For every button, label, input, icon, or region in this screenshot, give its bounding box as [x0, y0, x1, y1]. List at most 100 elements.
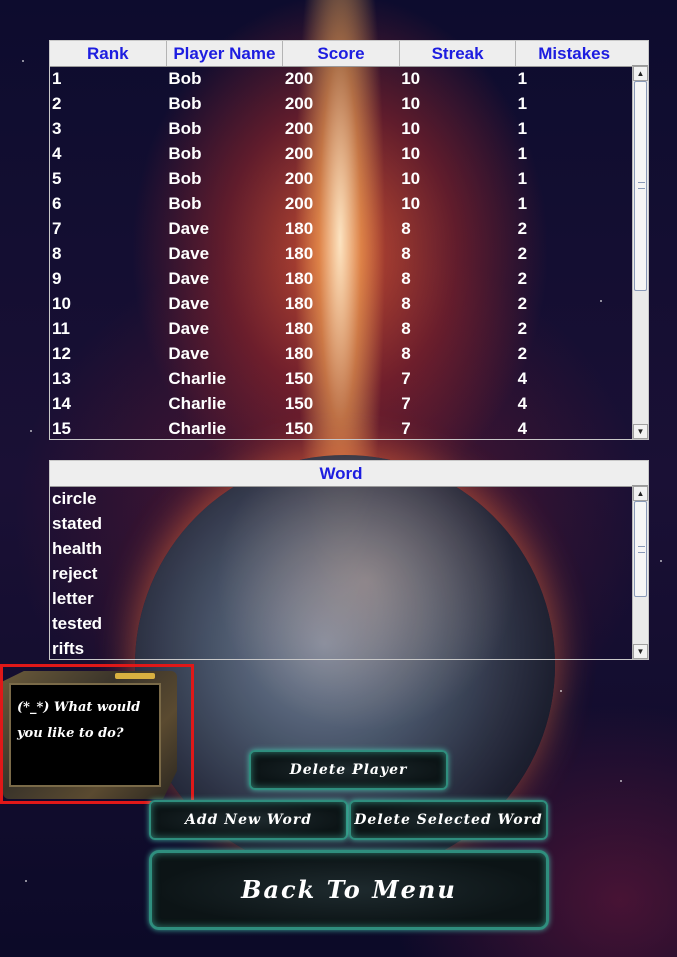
list-item[interactable]: stated	[50, 511, 632, 536]
table-row[interactable]: 10 Dave 180 8 2	[50, 291, 632, 316]
scroll-down-arrow-icon[interactable]: ▼	[633, 644, 648, 659]
scrollbar-thumb[interactable]	[634, 81, 647, 291]
cell-rank: 9	[52, 269, 62, 288]
cell-score: 150	[284, 369, 314, 388]
word-cell: rifts	[52, 639, 85, 658]
cell-streak: 10	[401, 94, 421, 113]
word-cell: stated	[52, 514, 103, 533]
cell-rank: 6	[52, 194, 62, 213]
cell-streak: 8	[401, 319, 411, 338]
cell-rank: 4	[52, 144, 62, 163]
cell-streak: 8	[401, 294, 411, 313]
delete-player-button[interactable]: Delete Player	[249, 750, 448, 790]
delete-selected-word-button[interactable]: Delete Selected Word	[349, 800, 548, 840]
cell-mistakes: 2	[517, 244, 528, 263]
word-cell: circle	[52, 489, 97, 508]
cell-mistakes: 2	[517, 294, 528, 313]
table-row[interactable]: 2 Bob 200 10 1	[50, 91, 632, 116]
word-list-header: Word	[50, 461, 632, 487]
table-row[interactable]: 4 Bob 200 10 1	[50, 141, 632, 166]
table-row[interactable]: 14 Charlie 150 7 4	[50, 391, 632, 416]
table-row[interactable]: 12 Dave 180 8 2	[50, 341, 632, 366]
cell-player-name: Bob	[168, 144, 202, 163]
list-item[interactable]: rifts	[50, 636, 632, 659]
table-row[interactable]: 1 Bob 200 10 1	[50, 66, 632, 91]
word-list-scrollbar[interactable]: ▲ ▼	[632, 486, 648, 659]
cell-rank: 2	[52, 94, 62, 113]
cell-player-name: Dave	[168, 244, 210, 263]
cell-score: 180	[284, 219, 314, 238]
cell-score: 180	[284, 269, 314, 288]
table-row[interactable]: 15 Charlie 150 7 4	[50, 416, 632, 439]
scroll-up-arrow-icon[interactable]: ▲	[633, 486, 648, 501]
table-row[interactable]: 5 Bob 200 10 1	[50, 166, 632, 191]
cell-mistakes: 2	[517, 319, 528, 338]
column-header-mistakes[interactable]: Mistakes	[516, 41, 632, 66]
cell-rank: 1	[52, 69, 62, 88]
word-list-body: circle stated health reject letter tested rift…	[50, 486, 632, 659]
cell-rank: 5	[52, 169, 62, 188]
cell-mistakes: 1	[517, 144, 528, 163]
cell-score: 200	[284, 94, 314, 113]
table-row[interactable]: 3 Bob 200 10 1	[50, 116, 632, 141]
cell-score: 180	[284, 294, 314, 313]
scroll-down-arrow-icon[interactable]: ▼	[633, 424, 648, 439]
cell-streak: 10	[401, 144, 421, 163]
column-header-player-name[interactable]: Player Name	[167, 41, 284, 66]
table-row[interactable]: 6 Bob 200 10 1	[50, 191, 632, 216]
cell-mistakes: 1	[517, 94, 528, 113]
leaderboard-scrollbar[interactable]: ▲ ▼	[632, 66, 648, 439]
cell-rank: 10	[52, 294, 71, 313]
cell-mistakes: 1	[517, 194, 528, 213]
cell-mistakes: 4	[517, 419, 528, 438]
table-row[interactable]: 9 Dave 180 8 2	[50, 266, 632, 291]
cell-mistakes: 4	[517, 369, 528, 388]
cell-player-name: Dave	[168, 319, 210, 338]
cell-rank: 15	[52, 419, 71, 438]
cell-streak: 10	[401, 119, 421, 138]
column-header-word[interactable]: Word	[50, 461, 632, 486]
word-cell: health	[52, 539, 103, 558]
cell-score: 200	[284, 69, 314, 88]
column-header-rank[interactable]: Rank	[50, 41, 167, 66]
add-new-word-button[interactable]: Add New Word	[149, 800, 348, 840]
list-item[interactable]: health	[50, 536, 632, 561]
list-item[interactable]: circle	[50, 486, 632, 511]
list-item[interactable]: tested	[50, 611, 632, 636]
cell-score: 200	[284, 144, 314, 163]
scrollbar-grip-icon	[638, 546, 645, 553]
scroll-up-arrow-icon[interactable]: ▲	[633, 66, 648, 81]
table-row[interactable]: 8 Dave 180 8 2	[50, 241, 632, 266]
table-row[interactable]: 13 Charlie 150 7 4	[50, 366, 632, 391]
cell-mistakes: 2	[517, 219, 528, 238]
column-header-score[interactable]: Score	[283, 41, 400, 66]
table-row[interactable]: 11 Dave 180 8 2	[50, 316, 632, 341]
list-item[interactable]: reject	[50, 561, 632, 586]
cell-player-name: Charlie	[168, 369, 227, 388]
cell-score: 180	[284, 319, 314, 338]
leaderboard-header: Rank Player Name Score Streak Mistakes	[50, 41, 632, 67]
cell-streak: 10	[401, 169, 421, 188]
cell-rank: 8	[52, 244, 62, 263]
word-cell: reject	[52, 564, 98, 583]
list-item[interactable]: letter	[50, 586, 632, 611]
scrollbar-thumb[interactable]	[634, 501, 647, 597]
dialog-message: (*_*) What would you like to do?	[17, 700, 141, 741]
cell-player-name: Charlie	[168, 394, 227, 413]
word-cell: letter	[52, 589, 94, 608]
word-list-table: Word circle stated health reject letter teste…	[49, 460, 649, 660]
back-to-menu-button[interactable]: Back To Menu	[149, 850, 549, 930]
cell-rank: 11	[52, 319, 70, 338]
column-header-streak[interactable]: Streak	[400, 41, 517, 66]
cell-streak: 7	[401, 419, 411, 438]
cell-player-name: Bob	[168, 69, 202, 88]
cell-rank: 3	[52, 119, 62, 138]
cell-streak: 8	[401, 244, 411, 263]
cell-player-name: Dave	[168, 294, 210, 313]
cell-score: 200	[284, 119, 314, 138]
leaderboard-body: 1 Bob 200 10 1 2 Bob 200 10 1 3 Bob 200 10 1 4 Bob 200 10 1…	[50, 66, 632, 439]
table-row[interactable]: 7 Dave 180 8 2	[50, 216, 632, 241]
cell-mistakes: 1	[517, 119, 528, 138]
cell-player-name: Bob	[168, 169, 202, 188]
cell-player-name: Charlie	[168, 419, 227, 438]
